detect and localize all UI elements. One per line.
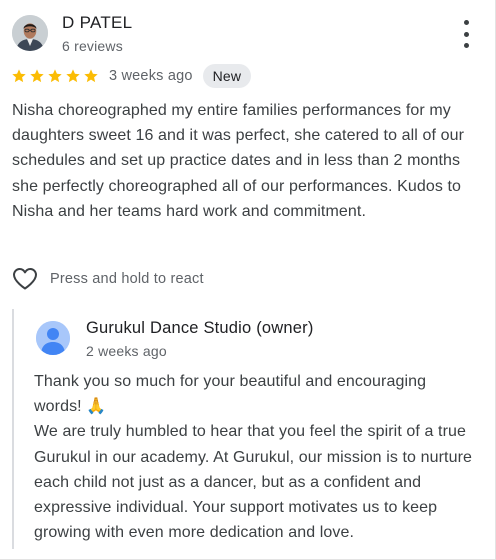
star-icon bbox=[47, 68, 63, 84]
heart-outline-icon[interactable] bbox=[12, 267, 38, 291]
react-label: Press and hold to react bbox=[50, 271, 204, 287]
star-icon bbox=[29, 68, 45, 84]
review-time: 3 weeks ago bbox=[109, 68, 193, 84]
owner-avatar bbox=[36, 321, 70, 355]
react-row[interactable]: Press and hold to react bbox=[12, 265, 204, 293]
more-options-icon[interactable] bbox=[456, 20, 476, 48]
reviewer-review-count: 6 reviews bbox=[62, 38, 123, 54]
star-icon bbox=[65, 68, 81, 84]
owner-reply-paragraph: We are truly humbled to hear that you fe… bbox=[34, 423, 472, 542]
star-icon bbox=[83, 68, 99, 84]
rating-row: 3 weeks ago New bbox=[11, 64, 252, 88]
reviewer-name[interactable]: D PATEL bbox=[62, 13, 132, 33]
owner-reply-paragraph: Thank you so much for your beautiful and… bbox=[34, 373, 427, 416]
new-badge: New bbox=[202, 64, 252, 88]
review-text: Nisha choreographed my entire families p… bbox=[12, 102, 464, 220]
reviewer-avatar[interactable] bbox=[12, 15, 48, 51]
star-rating bbox=[11, 68, 99, 84]
owner-reply-time: 2 weeks ago bbox=[86, 343, 167, 359]
review-card: D PATEL 6 reviews 3 weeks ago New Nisha … bbox=[0, 0, 496, 560]
owner-reply-text: Thank you so much for your beautiful and… bbox=[34, 369, 474, 545]
star-icon bbox=[11, 68, 27, 84]
owner-name: Gurukul Dance Studio (owner) bbox=[86, 319, 314, 337]
owner-reply: Gurukul Dance Studio (owner) 2 weeks ago… bbox=[12, 309, 484, 549]
